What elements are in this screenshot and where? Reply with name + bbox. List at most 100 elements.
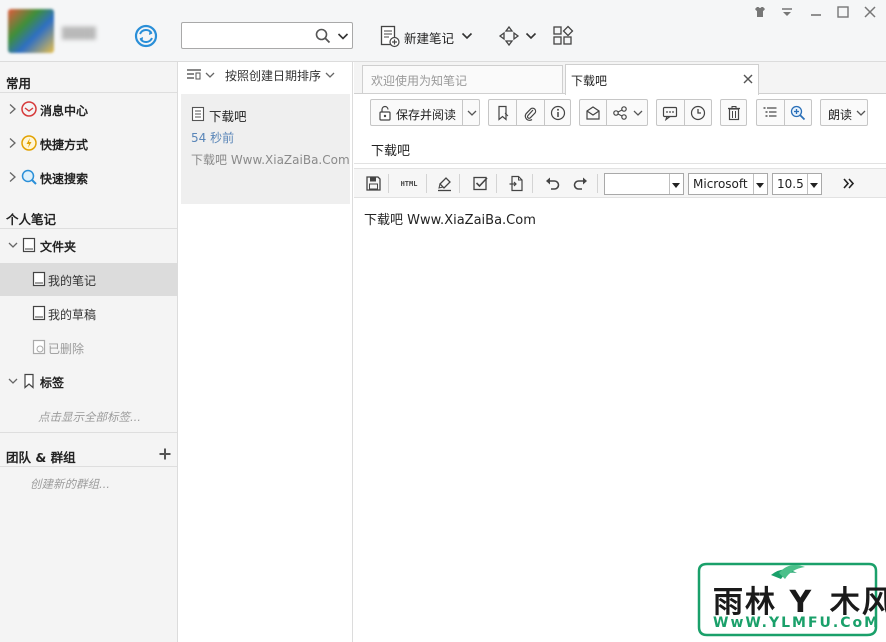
note-list: 按照创建日期排序 下载吧 54 秒前 下载吧 Www.XiaZaiBa.Com xyxy=(178,62,353,642)
sidebar-item-folder[interactable]: 文件夹 xyxy=(0,229,177,262)
paragraph-style-select[interactable] xyxy=(604,173,684,195)
divider xyxy=(388,174,389,193)
maximize-icon[interactable] xyxy=(835,4,851,20)
search-input[interactable] xyxy=(186,26,311,45)
sidebar-item-my-notes[interactable]: 我的笔记 xyxy=(0,263,177,296)
note-timestamp: 54 秒前 xyxy=(191,131,235,145)
sidebar-item-label: 快速搜索 xyxy=(40,172,89,186)
divider xyxy=(532,174,533,193)
undo-icon[interactable] xyxy=(544,175,561,192)
minimize-icon[interactable] xyxy=(808,4,824,20)
chevron-down-icon[interactable] xyxy=(461,30,473,42)
save-and-read-button[interactable]: 保存并阅读 xyxy=(370,99,480,126)
chevron-down-icon[interactable] xyxy=(336,29,350,43)
note-icon xyxy=(191,106,205,122)
note-title-field[interactable]: 下载吧 xyxy=(371,140,410,159)
chevron-down-icon[interactable] xyxy=(525,30,537,42)
tab-label: 下载吧 xyxy=(571,74,608,88)
sidebar-item-label: 文件夹 xyxy=(40,240,77,254)
search-box[interactable] xyxy=(181,22,353,49)
chevron-down-icon[interactable] xyxy=(465,105,479,121)
dropdown-arrow-icon[interactable] xyxy=(672,181,680,189)
watermark-url: WwW.YLMFU.CoM xyxy=(713,615,881,631)
new-note-label: 新建笔记 xyxy=(404,31,455,46)
dropdown-arrow-icon[interactable] xyxy=(810,181,818,189)
grid-view-icon[interactable] xyxy=(552,25,574,47)
outline-icon[interactable] xyxy=(762,105,778,121)
html-source-icon[interactable]: HTML xyxy=(397,175,421,192)
sync-icon[interactable] xyxy=(134,24,158,48)
chevron-down-icon[interactable] xyxy=(8,239,18,251)
more-tools-icon[interactable] xyxy=(840,175,857,192)
unlock-icon xyxy=(377,105,393,121)
close-icon[interactable] xyxy=(742,73,754,85)
shortcut-icon xyxy=(21,135,37,151)
font-size-select[interactable]: 10.5 xyxy=(772,173,822,195)
chevron-right-icon[interactable] xyxy=(8,103,18,115)
move-icon[interactable] xyxy=(498,25,520,47)
font-family-select[interactable]: Microsoft xyxy=(688,173,768,195)
tab-current-note[interactable]: 下载吧 xyxy=(565,64,759,95)
checkbox-icon[interactable] xyxy=(472,175,489,192)
save-icon[interactable] xyxy=(365,175,382,192)
quick-search-icon xyxy=(21,169,37,185)
search-icon[interactable] xyxy=(314,27,332,45)
zoom-in-icon[interactable] xyxy=(790,105,806,121)
close-icon[interactable] xyxy=(862,4,878,20)
new-note-button[interactable]: 新建笔记 xyxy=(379,23,475,49)
sort-by-date-label[interactable]: 按照创建日期排序 xyxy=(225,67,321,84)
insert-document-icon[interactable] xyxy=(508,175,525,192)
sidebar-item-quick-search[interactable]: 快速搜索 xyxy=(0,161,177,194)
email-icon[interactable] xyxy=(585,105,601,121)
dropdown-icon[interactable] xyxy=(779,4,795,20)
chevron-down-icon[interactable] xyxy=(205,70,215,80)
comment-icon[interactable] xyxy=(662,105,678,121)
watermark-logo: 雨林 Y 木风 WwW.YLMFU.CoM xyxy=(693,561,886,639)
sidebar: 常用 消息中心 快捷方式 快速搜索 个人笔记 文件夹 我的笔记 我的草稿 已删除… xyxy=(0,62,178,642)
create-group-link[interactable]: 创建新的群组... xyxy=(30,476,110,492)
redo-icon[interactable] xyxy=(572,175,589,192)
sidebar-item-shortcuts[interactable]: 快捷方式 xyxy=(0,127,177,160)
new-note-icon xyxy=(379,24,401,48)
divider xyxy=(426,174,427,193)
chevron-right-icon[interactable] xyxy=(8,137,18,149)
shirt-icon[interactable] xyxy=(752,4,768,20)
dropdown-arrow-icon[interactable] xyxy=(756,181,764,189)
show-all-tags-link[interactable]: 点击显示全部标签... xyxy=(38,409,141,425)
tab-welcome[interactable]: 欢迎使用为知笔记 xyxy=(362,65,563,93)
add-group-icon[interactable] xyxy=(158,447,172,461)
list-view-icon[interactable] xyxy=(186,68,202,82)
read-aloud-button[interactable]: 朗读 xyxy=(820,99,868,126)
format-painter-icon[interactable] xyxy=(436,175,453,192)
divider xyxy=(0,432,177,433)
avatar[interactable] xyxy=(8,9,54,53)
note-body-editor[interactable]: 下载吧 Www.XiaZaiBa.Com xyxy=(364,209,536,228)
sidebar-item-label: 快捷方式 xyxy=(40,138,89,152)
bookmark-icon[interactable] xyxy=(495,105,511,121)
attachment-icon[interactable] xyxy=(522,105,538,121)
note-toolbar: 保存并阅读 朗读 xyxy=(354,95,886,129)
divider xyxy=(597,174,598,193)
chevron-down-icon[interactable] xyxy=(855,105,867,121)
note-snippet: 下载吧 Www.XiaZaiBa.Com xyxy=(191,153,349,167)
divider xyxy=(459,174,460,193)
username-blurred[interactable]: ████ xyxy=(62,27,122,40)
share-icon[interactable] xyxy=(612,105,628,121)
info-icon[interactable] xyxy=(550,105,566,121)
history-clock-icon[interactable] xyxy=(690,105,706,121)
sidebar-item-tags[interactable]: 标签 xyxy=(0,365,177,398)
sidebar-item-message-center[interactable]: 消息中心 xyxy=(0,93,177,126)
chevron-down-icon[interactable] xyxy=(631,105,645,121)
chevron-down-icon[interactable] xyxy=(8,375,18,387)
font-family-value: Microsoft xyxy=(693,177,748,191)
editor-pane: 欢迎使用为知笔记 下载吧 保存并阅读 朗读 下载吧 HTML Microsoft… xyxy=(354,62,886,642)
divider xyxy=(354,163,886,164)
share-group xyxy=(579,99,648,126)
sidebar-item-my-drafts[interactable]: 我的草稿 xyxy=(0,297,177,330)
chevron-right-icon[interactable] xyxy=(8,171,18,183)
sidebar-item-deleted[interactable]: 已删除 xyxy=(0,331,177,364)
chevron-down-icon[interactable] xyxy=(325,70,335,80)
delete-button[interactable] xyxy=(720,99,747,126)
note-list-item[interactable]: 下载吧 54 秒前 下载吧 Www.XiaZaiBa.Com xyxy=(181,94,350,204)
divider xyxy=(496,174,497,193)
